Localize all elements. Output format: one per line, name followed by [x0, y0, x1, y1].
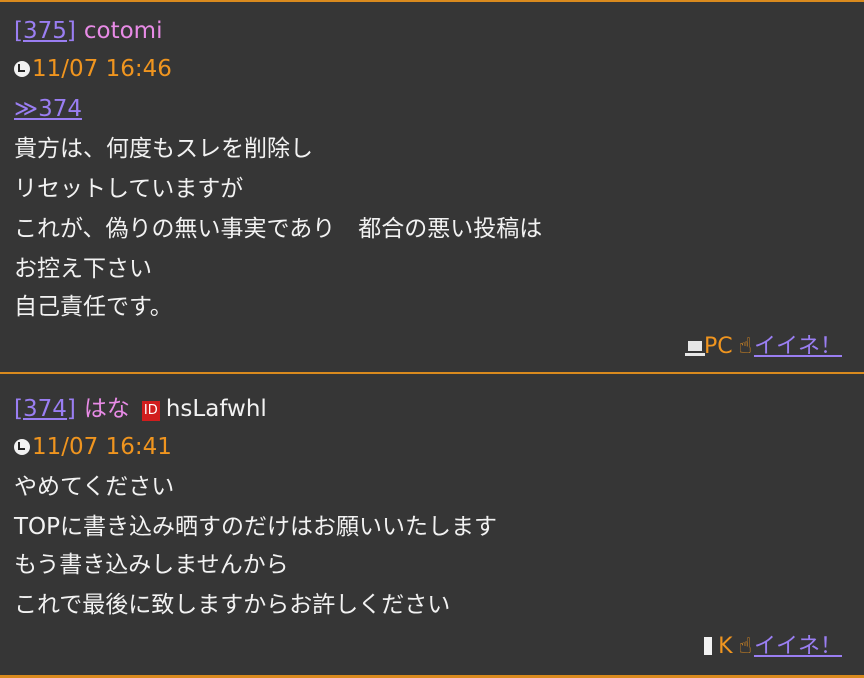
poster-id: hsLafwhl	[165, 396, 267, 422]
pc-icon	[684, 341, 705, 356]
post-timestamp: 11/07 16:41	[14, 432, 172, 462]
post-number-link[interactable]: [375]	[14, 18, 76, 44]
post-body-line: やめてください	[14, 474, 175, 500]
like-link[interactable]: イイネ！	[754, 334, 842, 359]
poster-name: はな	[83, 396, 130, 422]
reply-anchor-line: ≫374	[14, 94, 82, 124]
clock-icon	[14, 61, 30, 77]
thumbs-up-icon[interactable]: ☝	[739, 334, 752, 359]
reply-anchor-link[interactable]: ≫374	[14, 96, 82, 122]
post-body-line: もう書き込みしませんから	[14, 552, 289, 578]
post-header: [374] はな ID hsLafwhl	[14, 394, 267, 424]
clock-icon	[14, 439, 30, 455]
poster-name: cotomi	[83, 18, 163, 44]
device-label: PC	[703, 334, 733, 359]
post-timestamp: 11/07 16:46	[14, 54, 172, 84]
post-body-line: リセットしていますが	[14, 176, 244, 202]
post-header: [375] cotomi	[14, 16, 162, 46]
post-date: 11/07 16:41	[32, 434, 172, 460]
post-body-line: 貴方は、何度もスレを削除し	[14, 136, 313, 162]
post-body-line: これで最後に致しますからお許しください	[14, 592, 451, 618]
post-375: [375] cotomi 11/07 16:46 ≫374 貴方は、何度もスレを削…	[0, 0, 864, 372]
device-label: K	[718, 634, 733, 659]
post-body-line: 自己責任です。	[14, 294, 173, 320]
post-body-line: お控え下さい	[14, 256, 152, 282]
post-footer: K ☝イイネ！	[704, 632, 842, 662]
post-374: [374] はな ID hsLafwhl 11/07 16:41 やめてください TO…	[0, 372, 864, 678]
post-date: 11/07 16:46	[32, 56, 172, 82]
post-number-link[interactable]: [374]	[14, 396, 76, 422]
post-body-line: TOPに書き込み晒すのだけはお願いいたします	[14, 514, 498, 540]
post-body-line: これが、偽りの無い事実であり 都合の悪い投稿は	[14, 216, 543, 242]
like-link[interactable]: イイネ！	[754, 634, 842, 659]
post-footer: PC ☝イイネ！	[684, 332, 842, 362]
thumbs-up-icon[interactable]: ☝	[739, 634, 752, 659]
id-badge-icon: ID	[141, 401, 160, 421]
mobile-phone-icon	[704, 637, 713, 655]
